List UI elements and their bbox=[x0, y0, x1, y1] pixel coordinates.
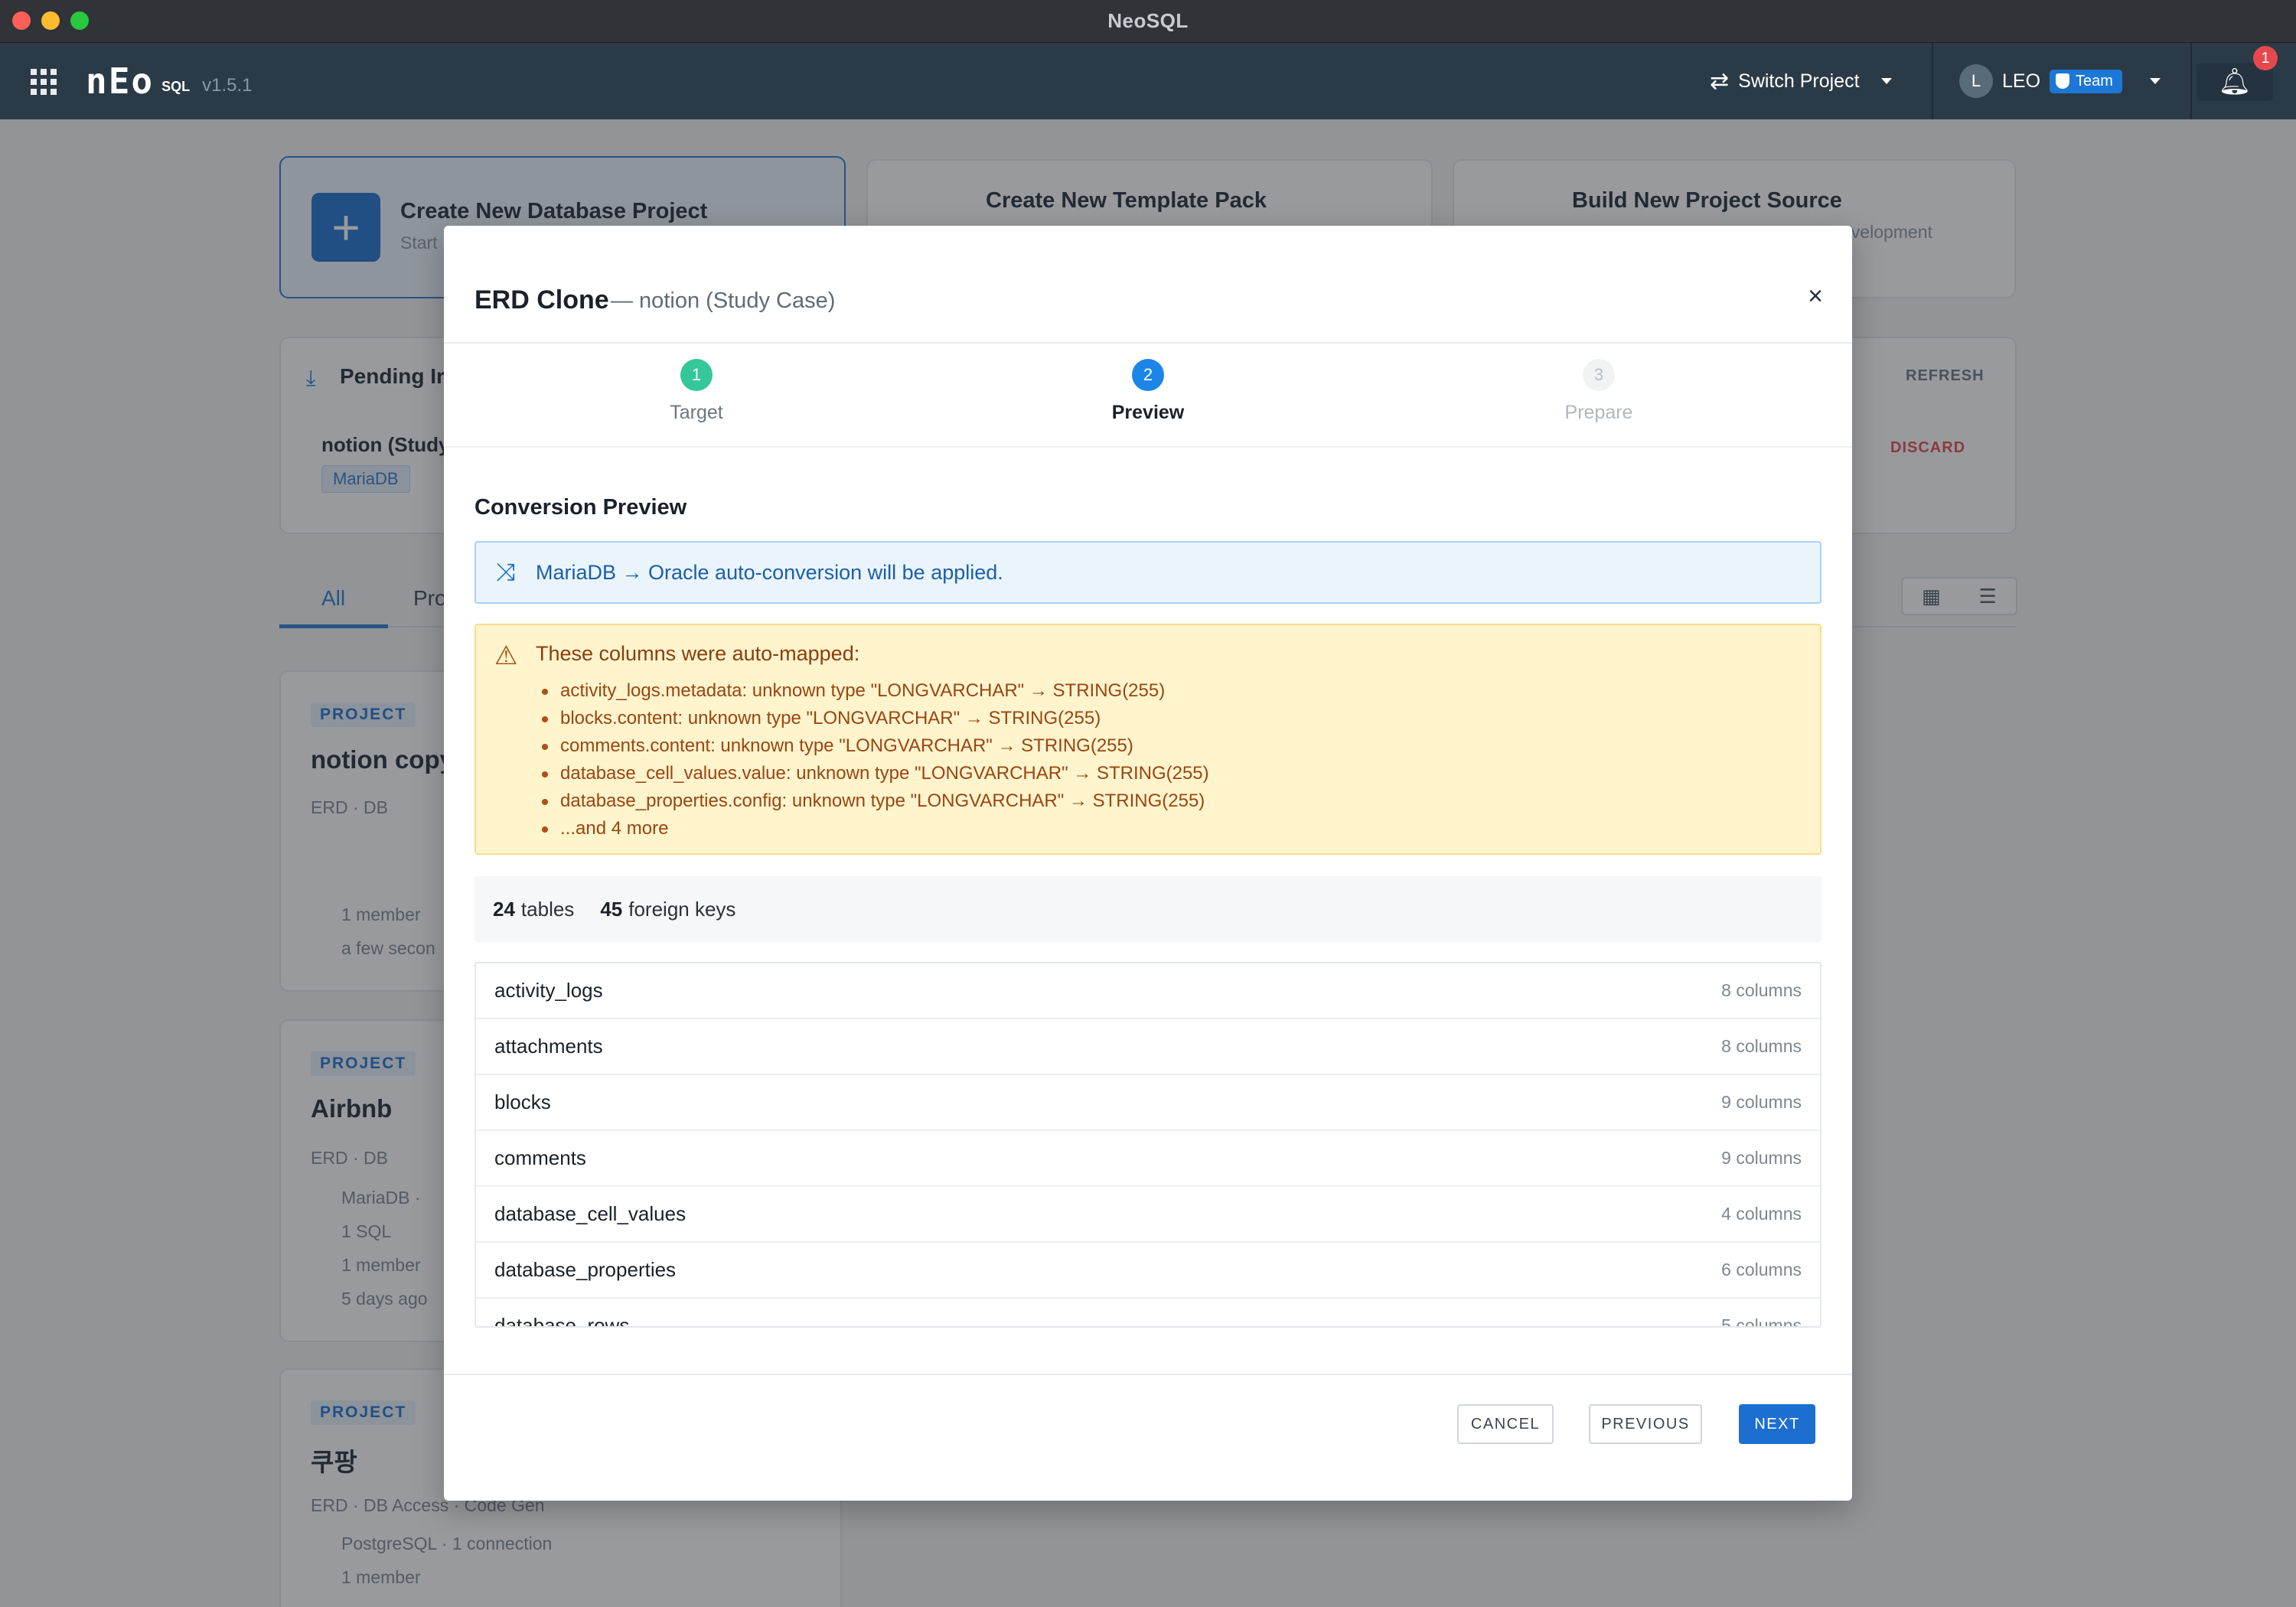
step-number: 2 bbox=[1132, 359, 1164, 391]
column-count: 9 columns bbox=[1721, 1092, 1802, 1112]
app-version: v1.5.1 bbox=[202, 75, 253, 96]
step-number: 3 bbox=[1583, 359, 1615, 391]
column-count: 6 columns bbox=[1721, 1260, 1802, 1279]
table-row: attachments 8 columns bbox=[476, 1019, 1820, 1075]
switch-icon: ⇄ bbox=[1710, 68, 1730, 94]
table-name: database_rows bbox=[494, 1314, 630, 1328]
column-count: 8 columns bbox=[1721, 980, 1802, 1000]
tables-list[interactable]: activity_logs 8 columns attachments 8 co… bbox=[475, 962, 1821, 1328]
title-bar: NeoSQL bbox=[0, 0, 2296, 43]
step-preview[interactable]: 2 Preview bbox=[1071, 359, 1225, 424]
dialog-footer: CANCEL PREVIOUS NEXT bbox=[444, 1374, 1852, 1501]
table-name: database_cell_values bbox=[494, 1202, 687, 1225]
table-name: comments bbox=[494, 1146, 586, 1169]
table-row: database_properties 6 columns bbox=[476, 1243, 1820, 1299]
window-title: NeoSQL bbox=[1107, 9, 1189, 32]
step-prepare: 3 Prepare bbox=[1522, 359, 1675, 424]
warning-item: database_cell_values.value: unknown type… bbox=[542, 760, 1209, 787]
next-button[interactable]: NEXT bbox=[1739, 1404, 1815, 1444]
cancel-button[interactable]: CANCEL bbox=[1457, 1404, 1554, 1444]
warning-icon: ⚠ bbox=[494, 641, 518, 670]
app-logo: nEo SQL v1.5.1 bbox=[86, 60, 253, 102]
team-badge: Team bbox=[2050, 69, 2122, 93]
maximize-window-button[interactable] bbox=[70, 11, 89, 30]
foreign-keys-label: foreign keys bbox=[628, 897, 736, 921]
table-row: database_cell_values 4 columns bbox=[476, 1187, 1820, 1243]
warning-item: blocks.content: unknown type "LONGVARCHA… bbox=[542, 705, 1209, 732]
table-row: activity_logs 8 columns bbox=[476, 963, 1820, 1019]
window-controls bbox=[12, 11, 89, 30]
erd-clone-dialog: ERD Clone — notion (Study Case) × 1 Targ… bbox=[444, 226, 1852, 1501]
table-name: activity_logs bbox=[494, 979, 603, 1002]
chevron-down-icon bbox=[2149, 78, 2161, 84]
dialog-subtitle: — notion (Study Case) bbox=[611, 288, 836, 313]
switch-project-label: Switch Project bbox=[1738, 70, 1860, 92]
warning-list: activity_logs.metadata: unknown type "LO… bbox=[542, 677, 1209, 843]
close-icon[interactable]: × bbox=[1799, 279, 1832, 313]
close-window-button[interactable] bbox=[12, 11, 31, 30]
previous-button[interactable]: PREVIOUS bbox=[1589, 1404, 1702, 1444]
step-target[interactable]: 1 Target bbox=[620, 359, 773, 424]
step-number: 1 bbox=[680, 359, 713, 391]
tables-label: tables bbox=[520, 897, 575, 921]
table-row: blocks 9 columns bbox=[476, 1075, 1820, 1131]
dialog-title: ERD Clone bbox=[475, 285, 609, 315]
warning-title: These columns were auto-mapped: bbox=[536, 642, 860, 665]
shuffle-icon: ⤨ bbox=[496, 558, 516, 585]
column-count: 4 columns bbox=[1721, 1204, 1802, 1224]
conversion-stats: 24 tables 45 foreign keys bbox=[475, 876, 1821, 942]
notification-count-badge: 1 bbox=[2253, 46, 2278, 70]
table-row: database_rows 5 columns bbox=[476, 1299, 1820, 1328]
team-badge-label: Team bbox=[2076, 72, 2113, 90]
bell-icon: 🔔︎ bbox=[2218, 67, 2252, 96]
avatar: L bbox=[1959, 64, 1993, 98]
table-row: comments 9 columns bbox=[476, 1131, 1820, 1187]
step-label: Preview bbox=[1111, 402, 1185, 423]
table-name: database_properties bbox=[494, 1258, 677, 1281]
column-count: 8 columns bbox=[1721, 1036, 1802, 1056]
user-menu[interactable]: L LEO Team bbox=[1959, 64, 2161, 98]
tables-count: 24 bbox=[493, 897, 515, 921]
app-window: NeoSQL nEo SQL v1.5.1 ⇄ Switch Project L… bbox=[0, 0, 2296, 1607]
shield-icon bbox=[2056, 73, 2070, 89]
user-name: LEO bbox=[2002, 70, 2041, 92]
divider bbox=[1932, 43, 1933, 119]
dialog-header: ERD Clone — notion (Study Case) × bbox=[444, 226, 1852, 344]
column-count: 5 columns bbox=[1721, 1315, 1802, 1328]
wizard-stepper: 1 Target 2 Preview 3 Prepare bbox=[444, 345, 1852, 448]
step-label: Target bbox=[670, 402, 723, 423]
foreign-keys-count: 45 bbox=[600, 897, 623, 921]
warning-item: comments.content: unknown type "LONGVARC… bbox=[542, 732, 1209, 760]
auto-mapped-warning: ⚠ These columns were auto-mapped: activi… bbox=[475, 624, 1821, 855]
table-name: blocks bbox=[494, 1090, 551, 1113]
table-name: attachments bbox=[494, 1035, 603, 1058]
logo-mark: nEo bbox=[86, 60, 155, 102]
step-label: Prepare bbox=[1564, 402, 1633, 423]
column-count: 9 columns bbox=[1721, 1148, 1802, 1168]
warning-item: ...and 4 more bbox=[542, 815, 1209, 843]
apps-grid-icon[interactable] bbox=[31, 69, 57, 95]
conversion-info-alert: ⤨ MariaDB → Oracle auto-conversion will … bbox=[475, 541, 1821, 604]
logo-sql: SQL bbox=[161, 79, 191, 94]
minimize-window-button[interactable] bbox=[41, 11, 60, 30]
chevron-down-icon bbox=[1880, 78, 1892, 84]
app-header: nEo SQL v1.5.1 ⇄ Switch Project L LEO Te… bbox=[0, 43, 2296, 119]
warning-item: database_properties.config: unknown type… bbox=[542, 787, 1209, 815]
switch-project-button[interactable]: ⇄ Switch Project bbox=[1710, 66, 1892, 96]
warning-item: activity_logs.metadata: unknown type "LO… bbox=[542, 677, 1209, 705]
divider bbox=[2190, 43, 2192, 119]
section-title: Conversion Preview bbox=[475, 495, 687, 520]
conversion-info-text: MariaDB → Oracle auto-conversion will be… bbox=[536, 560, 1003, 584]
